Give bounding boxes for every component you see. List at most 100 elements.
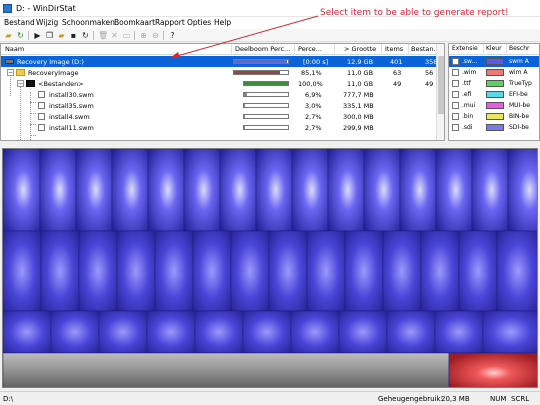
treemap-tile[interactable] bbox=[471, 149, 509, 232]
row-percent: 3,0% bbox=[305, 101, 322, 110]
extension-color-swatch bbox=[486, 91, 504, 98]
tree-line bbox=[30, 135, 36, 136]
extension-name: .sdi bbox=[462, 123, 473, 131]
row-name: <Bestanden> bbox=[38, 79, 84, 88]
bar-fill bbox=[244, 104, 246, 107]
treemap-tile[interactable] bbox=[327, 149, 365, 232]
row-size: 11,0 GB bbox=[347, 79, 374, 88]
treemap-tile[interactable] bbox=[242, 310, 292, 354]
subtree-percent-bar bbox=[243, 81, 289, 86]
treemap-tile[interactable] bbox=[111, 149, 149, 232]
bar-fill bbox=[244, 82, 288, 85]
extension-description: BIN-be bbox=[509, 112, 530, 120]
annotation-text: Select item to be able to generate repor… bbox=[320, 8, 509, 18]
extension-row[interactable]: .mui MUI-be bbox=[449, 100, 539, 111]
treemap-tile[interactable] bbox=[3, 230, 42, 312]
file-icon bbox=[38, 113, 45, 120]
file-icon bbox=[38, 124, 45, 131]
treemap-tile-wim[interactable] bbox=[3, 352, 450, 388]
file-icon bbox=[38, 91, 45, 98]
row-percent: 2,7% bbox=[305, 123, 322, 132]
extension-color-swatch bbox=[486, 80, 504, 87]
treemap-tile[interactable] bbox=[255, 149, 293, 232]
treemap-tile[interactable] bbox=[192, 230, 232, 312]
extension-row[interactable]: .bin BIN-be bbox=[449, 111, 539, 122]
treemap-tile[interactable] bbox=[363, 149, 401, 232]
status-bar: D:\ Geheugengebruik: 20,3 MB NUM SCRL bbox=[0, 391, 540, 405]
extension-row[interactable]: .efi EFI-be bbox=[449, 89, 539, 100]
row-percent: 6,9% bbox=[305, 90, 322, 99]
subtree-percent-bar bbox=[243, 114, 289, 119]
row-name: install4.swm bbox=[49, 112, 90, 121]
treemap-tile[interactable] bbox=[399, 149, 437, 232]
treemap-tile[interactable] bbox=[146, 310, 196, 354]
treemap-tile[interactable] bbox=[291, 149, 329, 232]
status-scrl: SCRL bbox=[511, 395, 530, 403]
treemap-tile[interactable] bbox=[147, 149, 185, 232]
treemap-tile[interactable] bbox=[3, 149, 41, 232]
treemap-tile[interactable] bbox=[183, 149, 221, 232]
status-memory-label: Geheugengebruik: bbox=[378, 395, 443, 403]
row-percent: 2,7% bbox=[305, 112, 322, 121]
treemap-tile[interactable] bbox=[75, 149, 113, 232]
treemap-tile[interactable] bbox=[344, 230, 384, 312]
treemap-tile[interactable] bbox=[435, 149, 473, 232]
extension-color-swatch bbox=[486, 102, 504, 109]
extension-description: MUI-be bbox=[509, 101, 531, 109]
tree-row-file[interactable]: install30.swm 6,9% 777,7 MB bbox=[1, 89, 444, 100]
treemap-tile[interactable] bbox=[219, 149, 257, 232]
treemap-tile[interactable] bbox=[382, 230, 422, 312]
treemap-tile[interactable] bbox=[306, 230, 346, 312]
subtree-percent-bar bbox=[243, 125, 289, 130]
extension-name: .efi bbox=[462, 90, 472, 98]
tree-row-file[interactable]: install11.swm 2,7% 299,9 MB bbox=[1, 122, 444, 133]
treemap-tile[interactable] bbox=[386, 310, 436, 354]
tree-row-file[interactable]: install4.swm 2,7% 300,0 MB bbox=[1, 111, 444, 122]
bar-fill bbox=[244, 93, 248, 96]
row-size: 300,0 MB bbox=[343, 112, 374, 121]
treemap-tile[interactable] bbox=[434, 310, 484, 354]
row-items: 49 bbox=[393, 79, 402, 88]
file-icon bbox=[38, 102, 45, 109]
extension-name: .ttf bbox=[462, 79, 471, 87]
treemap-tile[interactable] bbox=[230, 230, 270, 312]
treemap-tile[interactable] bbox=[116, 230, 156, 312]
status-num: NUM bbox=[490, 395, 507, 403]
row-size: 299,9 MB bbox=[343, 123, 374, 132]
collapse-icon[interactable]: − bbox=[17, 80, 24, 87]
treemap-tile[interactable] bbox=[194, 310, 244, 354]
treemap-tile[interactable] bbox=[40, 230, 80, 312]
treemap-tile[interactable] bbox=[50, 310, 100, 354]
treemap-tile[interactable] bbox=[39, 149, 77, 232]
extension-row[interactable]: .sdi SDI-be bbox=[449, 122, 539, 133]
file-type-icon bbox=[452, 113, 459, 120]
treemap-tile[interactable] bbox=[268, 230, 308, 312]
treemap-tile[interactable] bbox=[482, 310, 538, 354]
treemap-view[interactable] bbox=[2, 148, 538, 388]
treemap-tile[interactable] bbox=[290, 310, 340, 354]
treemap-tile[interactable] bbox=[458, 230, 498, 312]
bar-fill bbox=[244, 115, 246, 118]
treemap-tile[interactable] bbox=[3, 310, 52, 354]
extension-color-swatch bbox=[486, 124, 504, 131]
treemap-tile[interactable] bbox=[78, 230, 118, 312]
extension-description: EFI-be bbox=[509, 90, 528, 98]
treemap-tile[interactable] bbox=[496, 230, 538, 312]
row-name: install30.swm bbox=[49, 90, 94, 99]
treemap-tile[interactable] bbox=[98, 310, 148, 354]
status-path: D:\ bbox=[3, 395, 14, 403]
pane-splitter[interactable] bbox=[0, 141, 540, 147]
treemap-tile-wim-red[interactable] bbox=[448, 352, 538, 388]
row-percent: 100,0% bbox=[298, 79, 323, 88]
tree-row-file[interactable]: install35.swm 3,0% 335,1 MB bbox=[1, 100, 444, 111]
subtree-percent-bar bbox=[243, 92, 289, 97]
status-memory-value: 20,3 MB bbox=[441, 395, 470, 403]
bar-fill bbox=[244, 126, 246, 129]
treemap-graphic bbox=[3, 149, 538, 388]
row-size: 777,7 MB bbox=[343, 90, 374, 99]
treemap-tile[interactable] bbox=[338, 310, 388, 354]
extension-description: SDI-be bbox=[509, 123, 529, 131]
treemap-tile[interactable] bbox=[420, 230, 460, 312]
treemap-tile[interactable] bbox=[507, 149, 538, 232]
treemap-tile[interactable] bbox=[154, 230, 194, 312]
